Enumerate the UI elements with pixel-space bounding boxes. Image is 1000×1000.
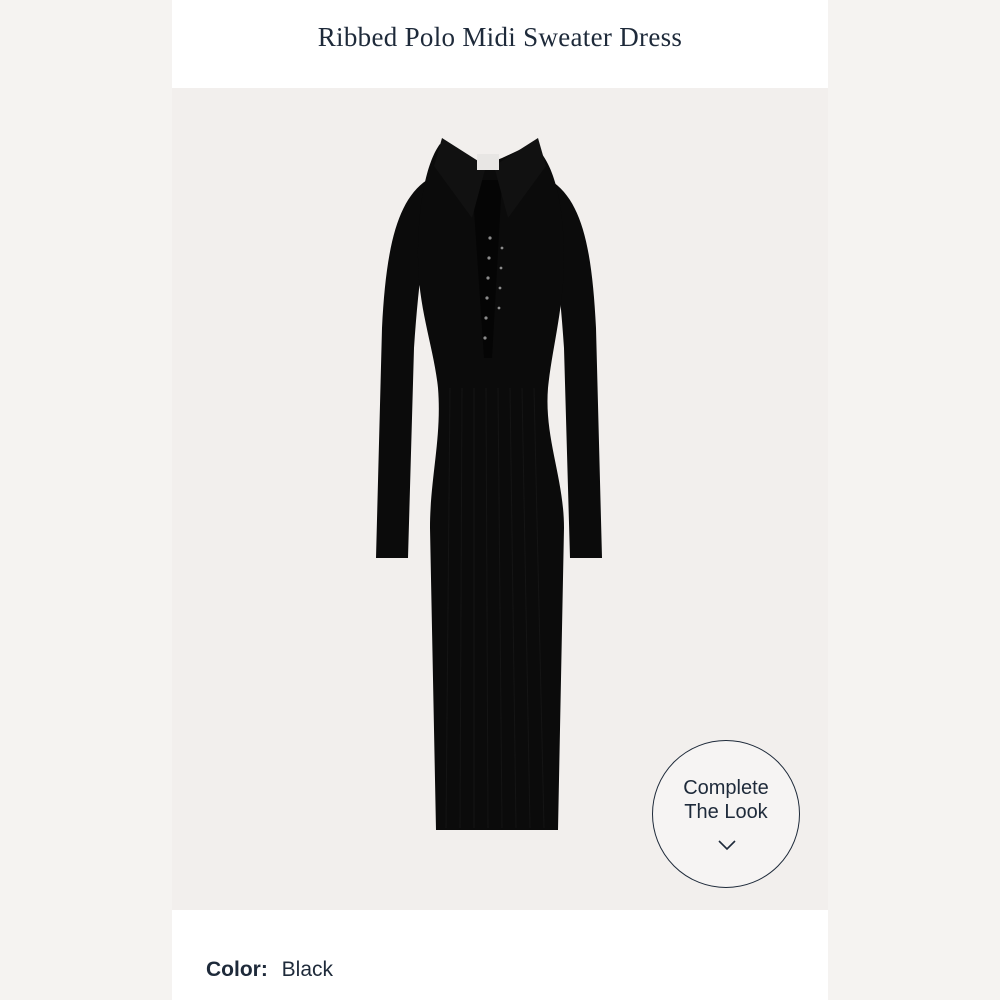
color-value: Black [281,958,334,981]
product-panel: Ribbed Polo Midi Sweater Dress Complete … [172,0,828,1000]
complete-the-look-button[interactable]: Complete The Look [652,740,800,888]
color-selection: Color: Black [206,958,333,982]
complete-the-look-line1: Complete [683,777,769,799]
complete-the-look-line2: The Look [684,801,768,823]
right-margin [828,0,1000,1000]
product-image[interactable]: Complete The Look [172,88,828,910]
color-label: Color: [206,958,268,981]
product-title: Ribbed Polo Midi Sweater Dress [317,22,683,52]
chevron-down-icon [718,840,736,851]
left-margin [0,0,172,1000]
dress-neck-label [477,154,499,170]
